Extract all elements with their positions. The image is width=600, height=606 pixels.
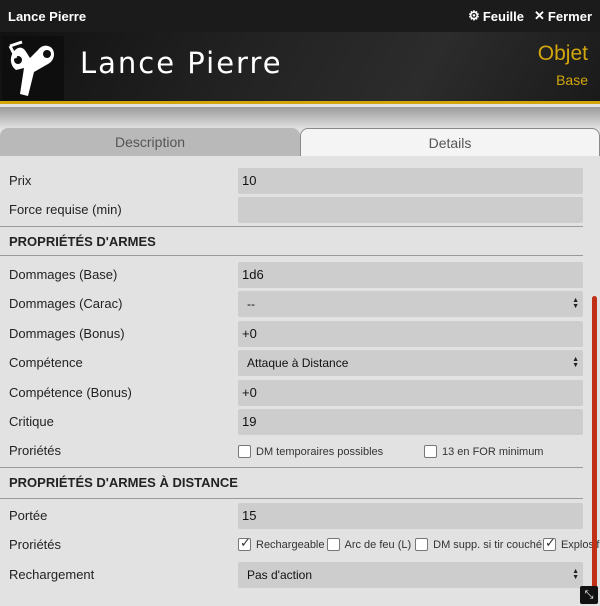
dmg-bonus-label: Dommages (Bonus) — [9, 326, 125, 341]
checkbox-arc-de-feu[interactable]: Arc de feu (L) — [326, 538, 412, 551]
select-arrows-icon: ▲ ▼ — [572, 356, 579, 369]
ranged-props-checks: Rechargeable Arc de feu (L) DM supp. si … — [238, 535, 600, 551]
dmg-carac-select[interactable]: -- ▲ ▼ — [238, 291, 583, 317]
slingshot-icon — [8, 40, 54, 96]
close-button-label: Fermer — [547, 8, 592, 24]
checkbox-label: 13 en FOR minimum — [442, 445, 544, 458]
dmg-carac-label: Dommages (Carac) — [9, 296, 123, 311]
gear-icon: ⚙ — [468, 8, 480, 23]
ranged-props-row: Proriétés Rechargeable Arc de feu (L) DM… — [9, 532, 600, 558]
skill-bonus-field[interactable]: +0 — [238, 380, 583, 406]
item-name[interactable]: Lance Pierre — [80, 46, 283, 80]
prix-label: Prix — [9, 173, 32, 188]
checkbox-box[interactable] — [326, 538, 340, 551]
item-image[interactable] — [2, 36, 64, 100]
checkbox-dm-temporaires[interactable]: DM temporaires possibles — [238, 445, 424, 458]
crit-label: Critique — [9, 414, 54, 429]
tab-bar: Description Details — [0, 128, 600, 156]
sheet-button-label: Feuille — [482, 8, 525, 24]
sheet-header: Lance Pierre Objet Base — [0, 32, 600, 104]
close-icon: ✕ — [534, 8, 545, 23]
item-type: Objet — [537, 42, 588, 65]
details-panel: Prix 10 Force requise (min) PROPRIÉTÉS D… — [0, 156, 600, 602]
skill-value: Attaque à Distance — [247, 356, 349, 370]
dmg-base-label: Dommages (Base) — [9, 267, 118, 282]
ranged-props-label: Proriétés — [9, 537, 62, 552]
checkbox-box[interactable] — [415, 538, 429, 551]
range-label: Portée — [9, 508, 48, 523]
crit-field[interactable]: 19 — [238, 409, 583, 435]
sheet-button[interactable]: ⚙ Feuille — [468, 8, 524, 24]
window-title: Lance Pierre — [8, 8, 87, 24]
tab-details[interactable]: Details — [300, 128, 600, 156]
resize-icon: ⤡ — [584, 588, 594, 601]
header-shadow — [0, 107, 600, 129]
weapon-props-row: Proriétés DM temporaires possibles 13 en… — [9, 438, 583, 464]
divider — [0, 226, 583, 227]
dmg-bonus-row: Dommages (Bonus) +0 — [9, 321, 583, 347]
scrollbar-thumb[interactable] — [592, 296, 597, 596]
checkbox-box[interactable] — [424, 445, 437, 458]
skill-bonus-label: Compétence (Bonus) — [9, 385, 132, 400]
divider — [0, 498, 583, 499]
reload-row: Rechargement Pas d'action ▲ ▼ — [9, 562, 583, 588]
skill-label: Compétence — [9, 355, 83, 370]
item-sheet-window: Lance Pierre ⚙ Feuille ✕ Fermer Lance Pi… — [0, 0, 600, 606]
checkbox-box-checked[interactable] — [238, 535, 251, 551]
reload-label: Rechargement — [9, 567, 95, 582]
tab-description[interactable]: Description — [0, 128, 300, 156]
reload-value: Pas d'action — [247, 568, 312, 582]
checkbox-label: Rechargeable — [256, 538, 325, 551]
checkbox-box[interactable] — [238, 445, 251, 458]
resize-handle[interactable]: ⤡ — [580, 586, 598, 604]
crit-row: Critique 19 — [9, 409, 583, 435]
title-bar[interactable]: Lance Pierre ⚙ Feuille ✕ Fermer — [0, 0, 600, 32]
force-field[interactable] — [238, 197, 583, 223]
checkbox-label: DM temporaires possibles — [256, 445, 384, 458]
prix-row: Prix 10 — [9, 168, 583, 194]
select-arrows-icon: ▲ ▼ — [572, 297, 579, 310]
checkbox-label: DM supp. si tir couché — [433, 538, 542, 551]
select-arrows-icon: ▲ ▼ — [572, 568, 579, 581]
force-label: Force requise (min) — [9, 202, 122, 217]
dmg-base-field[interactable]: 1d6 — [238, 262, 583, 288]
checkbox-dm-supp-couche[interactable]: DM supp. si tir couché — [415, 538, 542, 551]
prix-field[interactable]: 10 — [238, 168, 583, 194]
checkbox-box-checked[interactable] — [542, 535, 556, 551]
reload-select[interactable]: Pas d'action ▲ ▼ — [238, 562, 583, 588]
close-button[interactable]: ✕ Fermer — [534, 8, 592, 24]
weapon-props-label: Proriétés — [9, 443, 62, 458]
dmg-base-row: Dommages (Base) 1d6 — [9, 262, 583, 288]
divider — [0, 255, 583, 256]
checkbox-rechargeable[interactable]: Rechargeable — [238, 535, 325, 551]
weapon-props-checks: DM temporaires possibles 13 en FOR minim… — [238, 445, 543, 458]
divider — [0, 467, 583, 468]
force-row: Force requise (min) — [9, 197, 583, 223]
range-field[interactable]: 15 — [238, 503, 583, 529]
checkbox-label: Arc de feu (L) — [344, 538, 412, 551]
item-subtype: Base — [556, 72, 588, 88]
range-row: Portée 15 — [9, 503, 583, 529]
ranged-section-title: PROPRIÉTÉS D'ARMES À DISTANCE — [9, 475, 238, 490]
skill-bonus-row: Compétence (Bonus) +0 — [9, 380, 583, 406]
checkbox-13-for[interactable]: 13 en FOR minimum — [424, 445, 543, 458]
dmg-carac-row: Dommages (Carac) -- ▲ ▼ — [9, 291, 583, 317]
skill-row: Compétence Attaque à Distance ▲ ▼ — [9, 350, 583, 376]
skill-select[interactable]: Attaque à Distance ▲ ▼ — [238, 350, 583, 376]
scrollbar[interactable] — [592, 140, 597, 602]
weapon-section-title: PROPRIÉTÉS D'ARMES — [9, 234, 156, 249]
dmg-bonus-field[interactable]: +0 — [238, 321, 583, 347]
dmg-carac-value: -- — [247, 297, 255, 311]
